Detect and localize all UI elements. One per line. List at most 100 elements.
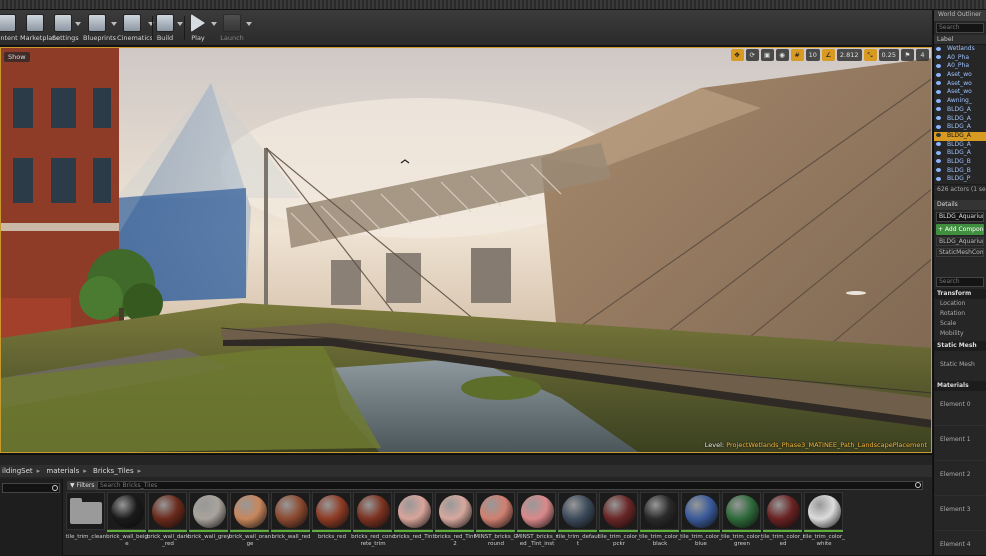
actor-name-field[interactable]: BLDG_Aquarium — [936, 212, 984, 222]
material-asset-tile[interactable]: tile_trim_color_black — [639, 492, 681, 556]
component-root-item[interactable]: BLDG_Aquarium — [936, 237, 984, 246]
outliner-row[interactable]: BLDG_A — [934, 106, 986, 115]
scale-snap-value[interactable]: 0.25 — [878, 49, 899, 61]
breadcrumb-separator-icon[interactable]: ▸ — [83, 467, 87, 475]
material-element-0[interactable]: Element 0 — [934, 391, 986, 426]
static-mesh-component-item[interactable]: StaticMeshComp — [936, 248, 984, 257]
breadcrumb-item[interactable]: materials — [46, 467, 79, 475]
translate-tool-icon[interactable]: ✥ — [730, 49, 744, 61]
grid-snap-value[interactable]: 10 — [805, 49, 820, 61]
content-folder-tree[interactable] — [0, 479, 63, 556]
materials-category[interactable]: Materials — [934, 381, 986, 391]
breadcrumb-item[interactable]: ildingSet — [2, 467, 33, 475]
outliner-row[interactable]: BLDG_A — [934, 115, 986, 124]
material-asset-tile[interactable]: tile_trim_color_pckr — [598, 492, 640, 556]
material-asset-tile[interactable]: tile_trim_color_green — [721, 492, 763, 556]
material-asset-tile[interactable]: bricks_red_Tint — [393, 492, 435, 556]
transform-category[interactable]: Transform — [934, 289, 986, 299]
breadcrumb-item[interactable]: Bricks_Tiles — [93, 467, 134, 475]
material-element-4[interactable]: Element 4 — [934, 531, 986, 555]
material-asset-tile[interactable]: bricks_red — [312, 492, 351, 556]
outliner-row[interactable]: BLDG_A — [934, 123, 986, 132]
toolbar-marketplace-button[interactable]: Marketplace — [20, 12, 60, 44]
outliner-row[interactable]: BLDG_A — [934, 131, 986, 141]
visibility-eye-icon[interactable] — [936, 98, 941, 103]
visibility-eye-icon[interactable] — [936, 124, 941, 129]
visibility-eye-icon[interactable] — [936, 133, 941, 138]
material-asset-tile[interactable]: brick_wall_grey — [188, 492, 230, 556]
material-element-3[interactable]: Element 3 — [934, 496, 986, 531]
material-asset-tile[interactable]: brick_wall_beige — [106, 492, 148, 556]
outliner-label-column[interactable]: Label — [934, 35, 986, 45]
outliner-row[interactable]: BLDG_A — [934, 141, 986, 150]
grid-snap-icon[interactable]: # — [790, 49, 804, 61]
outliner-row[interactable]: BLDG_P — [934, 175, 986, 184]
toolbar-settings-button[interactable]: Settings — [52, 12, 79, 44]
outliner-row[interactable]: BLDG_B — [934, 158, 986, 167]
visibility-eye-icon[interactable] — [936, 176, 941, 181]
cinematics-dropdown-arrow-icon[interactable] — [148, 22, 154, 26]
visibility-eye-icon[interactable] — [936, 150, 941, 155]
filters-button[interactable]: ▼ Filters — [67, 481, 98, 490]
breadcrumb-separator-icon[interactable]: ▸ — [37, 467, 41, 475]
outliner-row[interactable]: Aset_wo — [934, 71, 986, 80]
rotation-property[interactable]: Rotation — [934, 309, 986, 319]
material-asset-tile[interactable]: bricks_red_Tint2 — [434, 492, 476, 556]
visibility-eye-icon[interactable] — [936, 81, 941, 86]
scale-property[interactable]: Scale — [934, 319, 986, 329]
visibility-eye-icon[interactable] — [936, 159, 941, 164]
scale-snap-icon[interactable]: ⤡ — [863, 49, 877, 61]
material-asset-tile[interactable]: tile_trim_color_red — [761, 492, 805, 556]
rotation-snap-icon[interactable]: ∠ — [821, 49, 835, 61]
rotate-tool-icon[interactable]: ⟳ — [745, 49, 759, 61]
toolbar-play-button[interactable]: Play — [188, 12, 208, 44]
material-asset-tile[interactable]: MINST_bricks_red _Tint_inst — [516, 492, 558, 556]
outliner-row[interactable]: Wetlands — [934, 45, 986, 54]
outliner-row[interactable]: BLDG_A — [934, 149, 986, 158]
material-asset-tile[interactable]: tile_trim_color_white — [803, 492, 845, 556]
toolbar-content-button[interactable]: ontent — [0, 12, 18, 44]
material-asset-tile[interactable]: MINST_bricks_Ground — [474, 492, 518, 556]
scale-tool-icon[interactable]: ▣ — [760, 49, 774, 61]
launch-dropdown-arrow-icon[interactable] — [246, 22, 252, 26]
outliner-row[interactable]: BLDG_B — [934, 167, 986, 176]
outliner-row[interactable]: Aset_wo — [934, 80, 986, 89]
toolbar-launch-button[interactable]: Launch — [220, 12, 244, 44]
toolbar-cinematics-button[interactable]: Cinematics — [117, 12, 153, 44]
visibility-eye-icon[interactable] — [936, 55, 941, 60]
material-asset-tile[interactable]: brick_wall_dark_red — [147, 492, 189, 556]
world-outliner-tab[interactable]: World Outliner — [934, 10, 986, 21]
material-asset-tile[interactable]: tile_trim_color_blue — [680, 492, 722, 556]
material-element-1[interactable]: Element 1 — [934, 426, 986, 461]
breadcrumb-separator-icon[interactable]: ▸ — [138, 467, 142, 475]
mobility-property[interactable]: Mobility — [934, 329, 986, 339]
rotation-snap-value[interactable]: 2.812 — [836, 49, 862, 61]
toolbar-blueprints-button[interactable]: Blueprints — [83, 12, 116, 44]
material-asset-tile[interactable]: brick_wall_orange — [229, 492, 271, 556]
camera-speed-icon[interactable]: ⚑ — [901, 49, 914, 61]
material-asset-tile[interactable]: tile_trim_default — [557, 492, 599, 556]
location-property[interactable]: Location — [934, 299, 986, 309]
folder-search-input[interactable] — [2, 483, 60, 493]
material-asset-tile[interactable]: bricks_red_concrete_trim — [351, 492, 395, 556]
level-viewport[interactable]: Show ✥ ⟳ ▣ ◉ # 10 ∠ 2.812 ⤡ 0.25 ⚑ 4 Lev… — [0, 47, 932, 453]
visibility-eye-icon[interactable] — [936, 72, 941, 77]
folder-asset-tile[interactable]: tile_trim_clean — [66, 492, 106, 556]
outliner-row[interactable]: Awning_ — [934, 97, 986, 106]
build-dropdown-arrow-icon[interactable] — [177, 22, 183, 26]
visibility-eye-icon[interactable] — [936, 46, 941, 51]
outliner-search-input[interactable]: Search — [936, 23, 984, 33]
visibility-eye-icon[interactable] — [936, 168, 941, 173]
toolbar-build-button[interactable]: Build — [155, 12, 175, 44]
add-component-button[interactable]: + Add Component — [936, 224, 984, 235]
play-dropdown-arrow-icon[interactable] — [211, 22, 217, 26]
visibility-eye-icon[interactable] — [936, 142, 941, 147]
visibility-eye-icon[interactable] — [936, 89, 941, 94]
settings-dropdown-arrow-icon[interactable] — [75, 22, 81, 26]
static-mesh-category[interactable]: Static Mesh — [934, 341, 986, 351]
material-asset-tile[interactable]: brick_wall_red — [271, 492, 310, 556]
outliner-row[interactable]: A0_Pha — [934, 62, 986, 71]
visibility-eye-icon[interactable] — [936, 63, 941, 68]
material-element-2[interactable]: Element 2 — [934, 461, 986, 496]
outliner-row[interactable]: Aset_wo — [934, 88, 986, 97]
